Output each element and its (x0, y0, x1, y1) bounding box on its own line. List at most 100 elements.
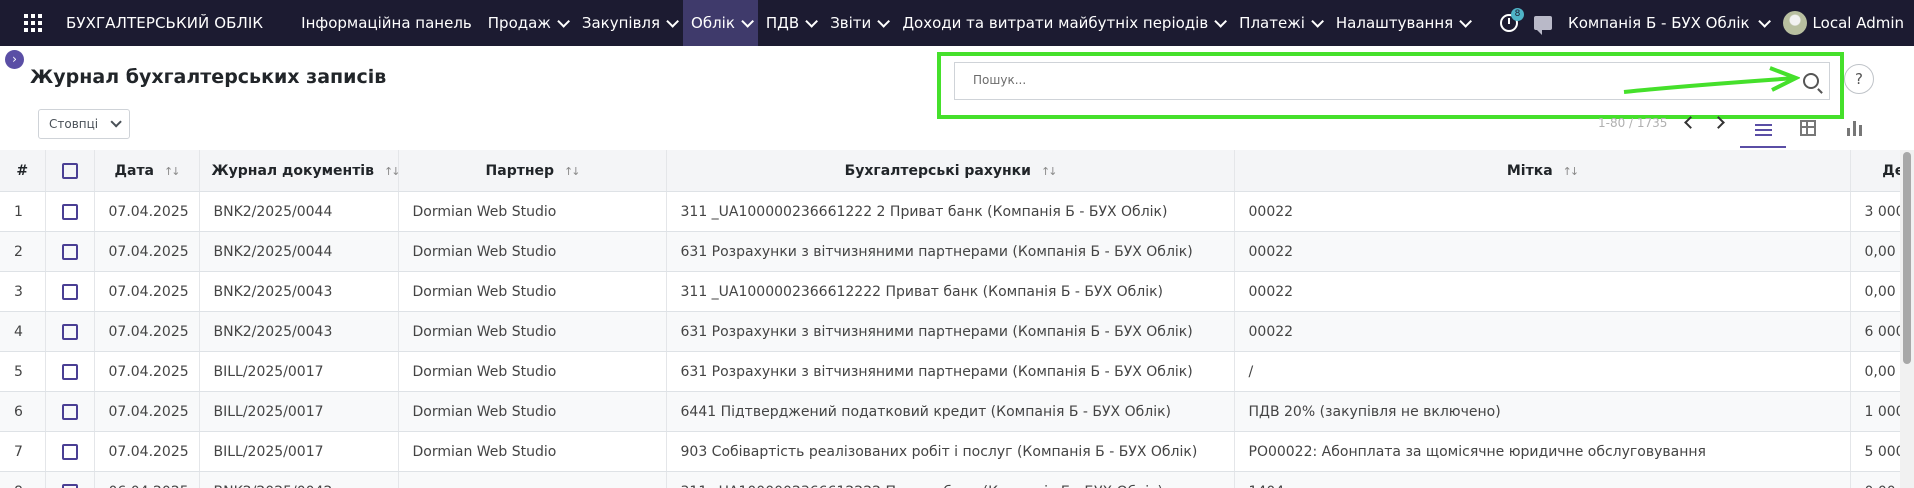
chevron-down-icon (877, 14, 891, 28)
menu-item-label: Закупівля (581, 14, 661, 32)
col-date-header[interactable]: Дата ↑↓ (94, 150, 200, 192)
col-date-label: Дата (114, 162, 155, 179)
menu-item-4[interactable]: ПДВ (758, 0, 822, 46)
messaging-icon[interactable] (1534, 16, 1553, 35)
pager-value[interactable]: 1-80 / 1735 (1598, 116, 1667, 130)
row-checkbox[interactable] (61, 243, 78, 260)
cell-date: 06.04.2025 (94, 471, 200, 488)
cell-journal: BNK2/2025/0044 (199, 231, 399, 272)
chevron-down-icon (557, 14, 570, 28)
row-index: 3 (0, 271, 46, 312)
user-menu[interactable]: Local Admin (1782, 11, 1904, 35)
cell-debit: 6 000, (1850, 311, 1900, 352)
menu-item-3[interactable]: Облік (683, 0, 758, 46)
menu-item-1[interactable]: Продаж (480, 0, 574, 46)
app-brand[interactable]: БУХГАЛТЕРСЬКИЙ ОБЛІК (66, 14, 263, 32)
pivot-view-icon[interactable] (1800, 120, 1816, 136)
cell-account: 631 Розрахунки з вітчизняними партнерами… (666, 231, 1235, 272)
cell-account: 6441 Підтверджений податковий кредит (Ко… (666, 391, 1235, 432)
apps-menu-button[interactable] (0, 0, 66, 46)
table-row[interactable]: 3 07.04.2025 BNK2/2025/0043 Dormian Web Stu… (0, 271, 1900, 312)
chevron-down-icon (1757, 14, 1771, 28)
col-account-header[interactable]: Бухгалтерські рахунки ↑↓ (666, 150, 1235, 192)
cell-partner: ... (398, 471, 667, 488)
cell-partner: Dormian Web Studio (398, 351, 667, 392)
avatar (1782, 11, 1807, 35)
col-journal-label: Журнал документів (211, 162, 374, 179)
cell-account: 311 _UA1000002366612222 Приват банк (Ком… (666, 471, 1235, 488)
row-checkbox[interactable] (61, 283, 78, 300)
activity-badge: 8 (1511, 8, 1525, 21)
annotation-arrow-icon (1623, 66, 1800, 94)
chevron-down-icon (666, 14, 680, 28)
cell-date: 07.04.2025 (94, 391, 200, 432)
row-checkbox-cell (45, 191, 95, 232)
apps-grid-icon (24, 14, 42, 32)
row-index: 7 (0, 431, 46, 472)
chevron-down-icon (741, 14, 754, 28)
row-index: 4 (0, 311, 46, 352)
row-checkbox-cell (45, 231, 95, 272)
row-checkbox[interactable] (61, 443, 78, 460)
table-row[interactable]: 4 07.04.2025 BNK2/2025/0043 Dormian Web Stu… (0, 311, 1900, 352)
menu-item-label: ПДВ (765, 14, 800, 32)
table-row[interactable]: 1 07.04.2025 BNK2/2025/0044 Dormian Web Stu… (0, 191, 1900, 232)
company-name: Компанія Б - БУХ Облік (1568, 14, 1750, 32)
menu-item-0[interactable]: Інформаційна панель (293, 0, 480, 46)
row-index: 8 (0, 471, 46, 488)
columns-button[interactable]: Стовпці (38, 109, 130, 139)
graph-view-icon[interactable] (1846, 120, 1864, 136)
table-row[interactable]: 7 07.04.2025 BILL/2025/0017 Dormian Web Stu… (0, 431, 1900, 472)
col-debit-header[interactable]: Дебе (1850, 150, 1900, 192)
cell-label: / (1234, 351, 1851, 392)
cell-debit: 0,00 ₴ (1850, 271, 1900, 312)
chevron-right-icon[interactable]: › (5, 50, 24, 69)
row-checkbox-cell (45, 311, 95, 352)
activity-clock-icon[interactable]: 8 (1500, 8, 1525, 32)
list-view-button[interactable] (1740, 112, 1786, 148)
cell-partner: Dormian Web Studio (398, 311, 667, 352)
sort-icon: ↑↓ (564, 164, 581, 178)
col-partner-header[interactable]: Партнер ↑↓ (398, 150, 667, 192)
vertical-scrollbar[interactable] (1900, 150, 1914, 488)
menu-item-7[interactable]: Платежі (1231, 0, 1328, 46)
menu-item-5[interactable]: Звіти (822, 0, 894, 46)
table-row[interactable]: 2 07.04.2025 BNK2/2025/0044 Dormian Web Stu… (0, 231, 1900, 272)
row-checkbox[interactable] (61, 363, 78, 380)
cell-label: 00022 (1234, 191, 1851, 232)
cell-date: 07.04.2025 (94, 231, 200, 272)
help-button[interactable]: ? (1844, 64, 1874, 94)
table-row[interactable]: 8 06.04.2025BNK2/2025/0042...311 _UA10000… (0, 471, 1900, 488)
cell-journal: BNK2/2025/0044 (199, 191, 399, 232)
col-journal-header[interactable]: Журнал документів ↑↓ (199, 150, 399, 192)
menu-item-8[interactable]: Налаштування (1328, 0, 1476, 46)
cell-journal: BILL/2025/0017 (199, 391, 399, 432)
cell-label: 00022 (1234, 311, 1851, 352)
menu-item-label: Облік (691, 14, 735, 32)
col-partner-label: Партнер (485, 162, 555, 179)
row-index: 2 (0, 231, 46, 272)
scrollbar-thumb[interactable] (1903, 152, 1911, 364)
row-checkbox[interactable] (61, 403, 78, 420)
menu-item-6[interactable]: Доходи та витрати майбутніх періодів (894, 0, 1231, 46)
row-checkbox[interactable] (61, 483, 78, 488)
table-row[interactable]: 6 07.04.2025 BILL/2025/0017 Dormian Web Stu… (0, 391, 1900, 432)
cell-debit: 1 000, (1850, 391, 1900, 432)
chevron-down-icon (1214, 14, 1228, 28)
row-checkbox[interactable] (61, 203, 78, 220)
menu-item-2[interactable]: Закупівля (574, 0, 683, 46)
select-all-checkbox[interactable] (61, 162, 78, 179)
page-title: Журнал бухгалтерських записів (30, 66, 387, 88)
user-name: Local Admin (1812, 14, 1904, 32)
cell-partner: Dormian Web Studio (398, 231, 667, 272)
cell-debit: 0,00 ₴ (1850, 471, 1900, 488)
columns-label: Стовпці (49, 117, 99, 131)
main-menu: Інформаційна панель Продаж Закупівля Облік П… (293, 0, 1476, 46)
company-switcher[interactable]: Компанія Б - БУХ Облік (1568, 14, 1771, 32)
table-row[interactable]: 5 07.04.2025 BILL/2025/0017 Dormian Web Stu… (0, 351, 1900, 392)
row-checkbox[interactable] (61, 323, 78, 340)
select-all-checkbox-cell (45, 150, 95, 192)
sort-icon: ↑↓ (1562, 164, 1580, 178)
table-body: 1 07.04.2025 BNK2/2025/0044 Dormian Web Stu… (0, 191, 1900, 488)
col-label-header[interactable]: Мітка ↑↓ (1234, 150, 1851, 192)
